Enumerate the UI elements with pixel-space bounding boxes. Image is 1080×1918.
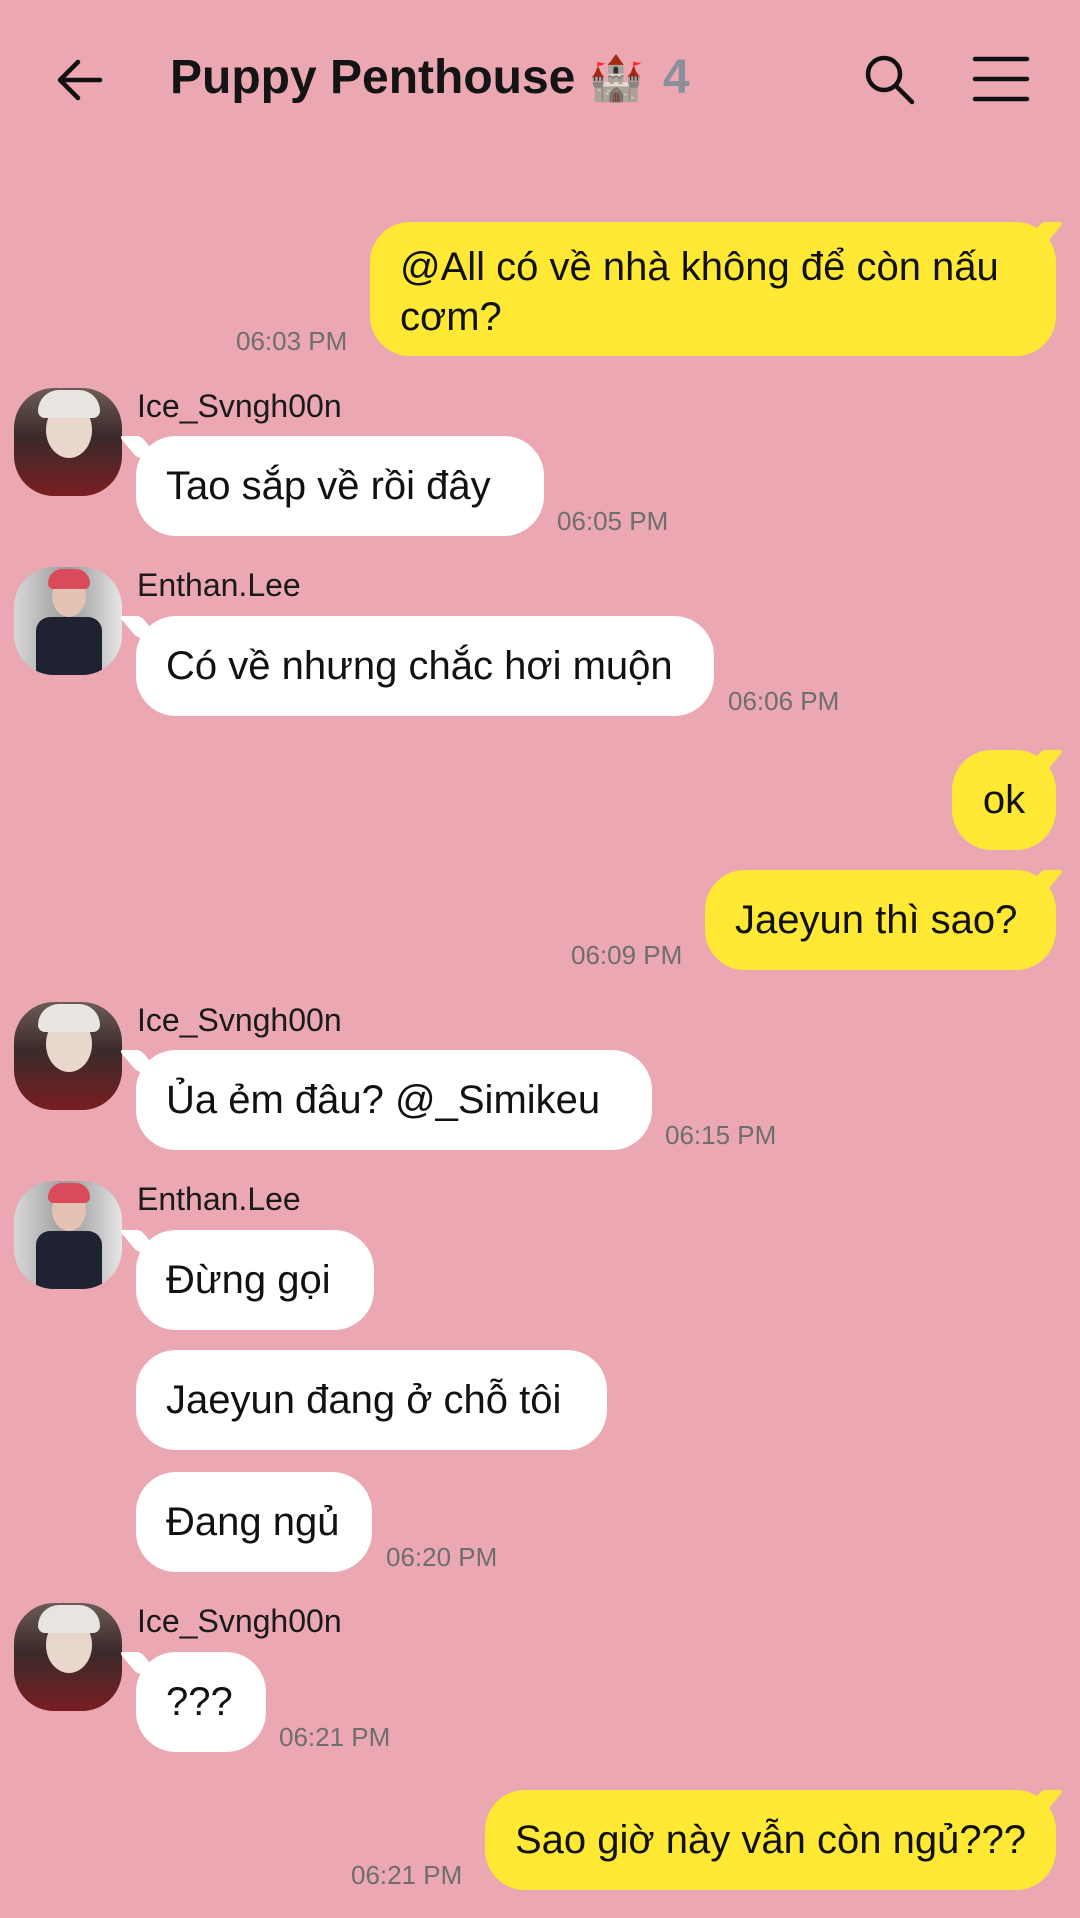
message-bubble-incoming[interactable]: ???	[136, 1652, 266, 1752]
chat-title-text: Puppy Penthouse	[170, 51, 576, 104]
message-bubble-incoming[interactable]: Đang ngủ	[136, 1472, 372, 1572]
castle-emoji: 🏰	[588, 53, 644, 104]
message-bubble-outgoing[interactable]: @All có về nhà không để còn nấu cơm?	[370, 222, 1056, 356]
message-text: Đừng gọi	[166, 1258, 331, 1302]
message-text: ???	[166, 1680, 233, 1724]
message-bubble-incoming[interactable]: Đừng gọi	[136, 1230, 374, 1330]
message-bubble-incoming[interactable]: Tao sắp về rồi đây	[136, 436, 544, 536]
avatar-enthan-lee[interactable]	[14, 1181, 122, 1289]
message-text: Sao giờ này vẫn còn ngủ???	[515, 1818, 1027, 1862]
message-text: Có về nhưng chắc hơi muộn	[166, 644, 673, 688]
message-bubble-incoming[interactable]: Ủa ẻm đâu? @_Simikeu	[136, 1050, 652, 1150]
sender-name: Ice_Svngh00n	[137, 388, 342, 424]
message-text: Đang ngủ	[166, 1500, 340, 1544]
menu-icon[interactable]	[972, 54, 1030, 104]
message-time: 06:20 PM	[386, 1542, 498, 1572]
sender-name: Ice_Svngh00n	[137, 1002, 342, 1038]
message-bubble-incoming[interactable]: Có về nhưng chắc hơi muộn	[136, 616, 714, 716]
message-text: Jaeyun thì sao?	[735, 898, 1018, 942]
search-icon[interactable]	[862, 52, 918, 108]
message-text: Ủa ẻm đâu? @_Simikeu	[166, 1078, 601, 1122]
message-bubble-outgoing[interactable]: ok	[952, 750, 1056, 850]
message-text: Tao sắp về rồi đây	[166, 464, 491, 508]
message-time: 06:06 PM	[728, 686, 840, 716]
message-text: ok	[982, 778, 1026, 822]
message-bubble-incoming[interactable]: Jaeyun đang ở chỗ tôi	[136, 1350, 607, 1450]
message-bubble-outgoing[interactable]: Jaeyun thì sao?	[705, 870, 1056, 970]
message-time: 06:03 PM	[236, 326, 348, 356]
message-time: 06:09 PM	[571, 940, 683, 970]
avatar-ice-svngh00n[interactable]	[14, 1002, 122, 1110]
back-arrow-icon[interactable]	[52, 52, 108, 108]
member-count: 4	[662, 51, 690, 104]
message-bubble-outgoing[interactable]: Sao giờ này vẫn còn ngủ???	[485, 1790, 1056, 1890]
message-time: 06:05 PM	[557, 506, 669, 536]
message-time: 06:15 PM	[665, 1120, 777, 1150]
sender-name: Ice_Svngh00n	[137, 1603, 342, 1639]
avatar-ice-svngh00n[interactable]	[14, 1603, 122, 1711]
sender-name: Enthan.Lee	[137, 567, 301, 603]
message-text: @All có về nhà không để còn nấu cơm?	[400, 245, 999, 339]
chat-title[interactable]: Puppy Penthouse 🏰 4	[170, 50, 690, 105]
message-time: 06:21 PM	[351, 1860, 463, 1890]
avatar-enthan-lee[interactable]	[14, 567, 122, 675]
message-text: Jaeyun đang ở chỗ tôi	[166, 1378, 562, 1422]
message-time: 06:21 PM	[279, 1722, 391, 1752]
chat-screen: Puppy Penthouse 🏰 4 @All có về nhà không…	[0, 0, 1080, 1918]
chat-header: Puppy Penthouse 🏰 4	[0, 0, 1080, 160]
avatar-ice-svngh00n[interactable]	[14, 388, 122, 496]
sender-name: Enthan.Lee	[137, 1181, 301, 1217]
